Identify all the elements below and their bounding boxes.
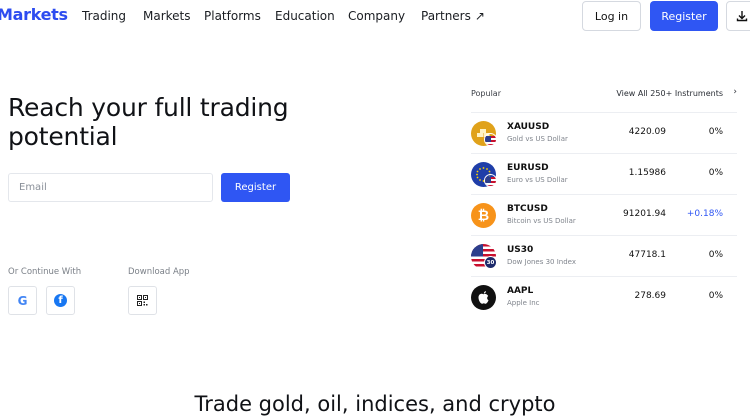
instrument-name: Bitcoin vs US Dollar: [507, 217, 576, 225]
facebook-icon: f: [54, 294, 67, 307]
download-icon: [736, 11, 748, 22]
apple-icon: [471, 285, 496, 310]
continue-with-label: Or Continue With: [8, 267, 82, 277]
qr-code-icon: [137, 295, 148, 306]
nav-link-partners-label: Partners: [421, 9, 471, 23]
instrument-change: +0.18%: [686, 209, 723, 219]
qr-code-button[interactable]: [128, 286, 157, 315]
instrument-name: Dow Jones 30 Index: [507, 258, 576, 266]
brand-logo[interactable]: Markets: [0, 5, 68, 24]
nav-link-company[interactable]: Company: [348, 9, 405, 23]
view-all-instruments-link[interactable]: View All 250+ Instruments: [616, 89, 723, 98]
instrument-symbol: XAUUSD: [507, 122, 550, 132]
nav-link-markets[interactable]: Markets: [143, 9, 191, 23]
instrument-price: 4220.09: [628, 127, 666, 137]
instrument-row-xauusd[interactable]: XAUUSD Gold vs US Dollar 4220.09 0%: [471, 112, 737, 153]
external-arrow-icon: ↗: [474, 9, 485, 23]
popular-label: Popular: [471, 89, 501, 98]
instrument-symbol: AAPL: [507, 286, 534, 296]
instrument-row-eurusd[interactable]: EURUSD Euro vs US Dollar 1.15986 0%: [471, 153, 737, 194]
instrument-name: Euro vs US Dollar: [507, 176, 568, 184]
instrument-change: 0%: [708, 291, 723, 301]
download-button[interactable]: [726, 1, 750, 31]
instrument-name: Apple Inc: [507, 299, 540, 307]
nav-link-platforms[interactable]: Platforms: [204, 9, 261, 23]
instrument-price: 91201.94: [623, 209, 666, 219]
nav-link-trading[interactable]: Trading: [82, 9, 126, 23]
instrument-symbol: US30: [507, 245, 534, 255]
section-title: Trade gold, oil, indices, and crypto: [194, 392, 556, 416]
google-login-button[interactable]: G: [8, 286, 37, 315]
register-button-header[interactable]: Register: [650, 1, 718, 31]
chevron-right-icon[interactable]: ›: [733, 87, 737, 97]
instrument-row-us30[interactable]: 30 US30 Dow Jones 30 Index 47718.1 0%: [471, 235, 737, 276]
register-button-hero[interactable]: Register: [221, 173, 290, 202]
instrument-price: 278.69: [634, 291, 667, 301]
instrument-change: 0%: [708, 250, 723, 260]
instrument-row-aapl[interactable]: AAPL Apple Inc 278.69 0%: [471, 276, 737, 317]
instrument-price: 1.15986: [628, 168, 666, 178]
instrument-row-btcusd[interactable]: ₿ BTCUSD Bitcoin vs US Dollar 91201.94 +…: [471, 194, 737, 235]
us-flag-icon: [484, 174, 497, 187]
google-icon: G: [17, 293, 28, 308]
instrument-symbol: BTCUSD: [507, 204, 548, 214]
instrument-symbol: EURUSD: [507, 163, 549, 173]
instrument-price: 47718.1: [628, 250, 666, 260]
nav-link-education[interactable]: Education: [275, 9, 335, 23]
hero-title: Reach your full trading potential: [8, 93, 289, 151]
instrument-change: 0%: [708, 127, 723, 137]
email-input[interactable]: [8, 173, 213, 202]
nav-link-partners[interactable]: Partners ↗: [421, 9, 485, 23]
instrument-change: 0%: [708, 168, 723, 178]
login-button[interactable]: Log in: [582, 1, 641, 31]
instrument-name: Gold vs US Dollar: [507, 135, 568, 143]
facebook-login-button[interactable]: f: [46, 286, 75, 315]
index-30-badge: 30: [484, 256, 497, 269]
download-app-label: Download App: [128, 267, 190, 277]
top-navigation: Markets Trading Markets Platforms Educat…: [0, 0, 750, 33]
bitcoin-icon: ₿: [471, 203, 496, 228]
us-flag-icon: [484, 133, 497, 146]
